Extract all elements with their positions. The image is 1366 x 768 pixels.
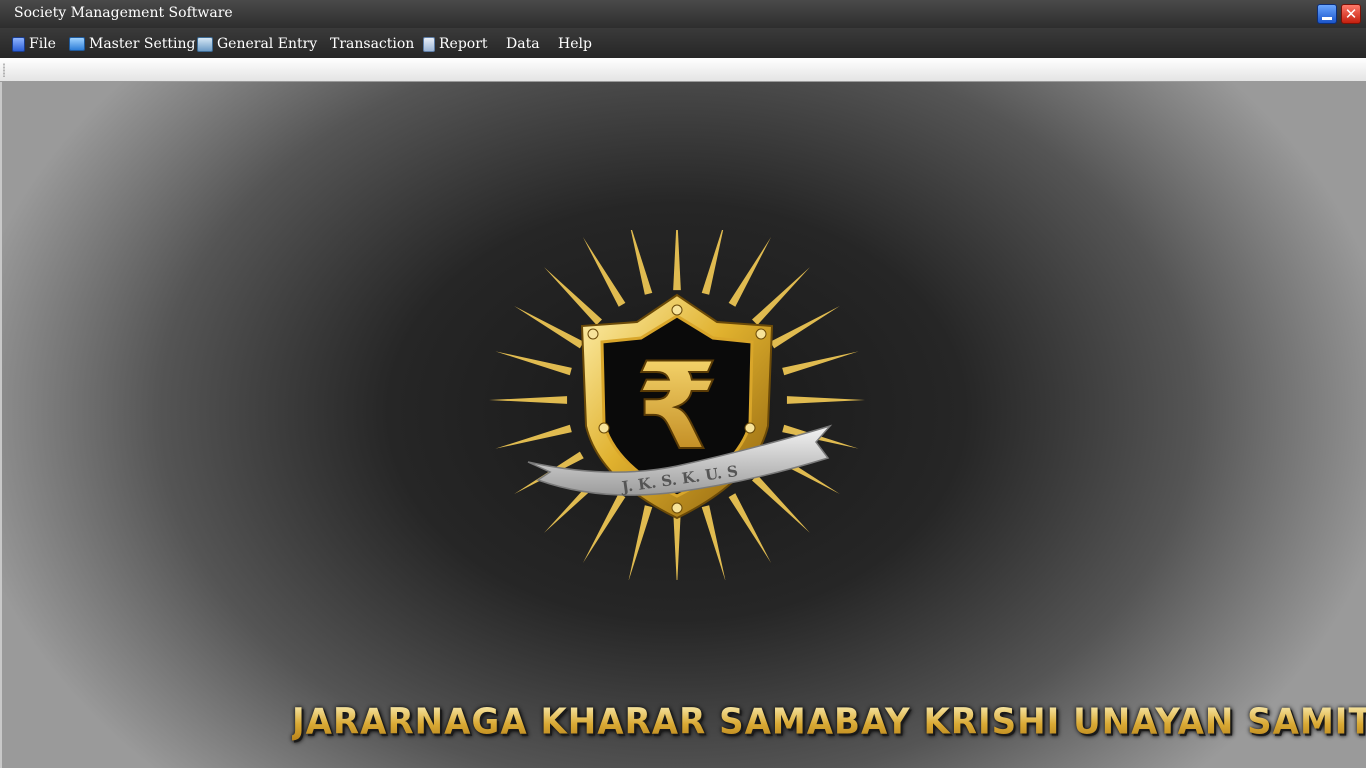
menu-file-label: File (29, 36, 56, 52)
toolbar-grip-icon[interactable] (3, 63, 5, 77)
sun-ray (514, 306, 584, 349)
sun-ray (673, 509, 681, 580)
minimize-button[interactable] (1317, 4, 1337, 24)
menu-data[interactable]: Data (506, 34, 540, 54)
close-button[interactable]: ✕ (1341, 4, 1361, 24)
society-logo: ₹ J. K. S. K. U. S (489, 230, 865, 580)
sun-ray (583, 493, 626, 563)
menu-help-label: Help (558, 36, 592, 52)
organization-name: JARARNAGA KHARAR SAMABAY KRISHI UNAYAN S… (292, 701, 1366, 743)
sun-ray (752, 475, 810, 533)
menu-master-setting-label: Master Setting (89, 36, 196, 52)
minimize-icon (1322, 17, 1332, 20)
menu-data-label: Data (506, 36, 540, 52)
sun-ray (728, 237, 771, 307)
sun-ray (752, 267, 810, 325)
menu-transaction-label: Transaction (330, 36, 415, 52)
sun-ray (495, 351, 572, 376)
menu-general-entry-label: General Entry (217, 36, 318, 52)
sun-ray (583, 237, 626, 307)
sun-ray (495, 424, 572, 449)
window-title: Society Management Software (14, 5, 233, 21)
sun-ray (628, 505, 653, 580)
menu-report[interactable]: Report (423, 34, 488, 54)
sun-ray (489, 396, 568, 404)
sun-ray (782, 351, 859, 376)
menu-file[interactable]: File (12, 34, 56, 54)
toolbar (0, 58, 1366, 82)
report-icon (423, 36, 435, 52)
entry-icon (197, 36, 213, 52)
menu-report-label: Report (439, 36, 488, 52)
menu-master-setting[interactable]: Master Setting (69, 34, 196, 54)
menu-general-entry[interactable]: General Entry (197, 34, 317, 54)
sun-ray (544, 267, 602, 325)
sun-ray (728, 493, 771, 563)
menu-help[interactable]: Help (558, 34, 592, 54)
document-icon (12, 36, 25, 52)
sun-ray (701, 505, 726, 580)
sun-ray (770, 306, 840, 349)
menu-transaction[interactable]: Transaction (330, 34, 414, 54)
sun-ray (786, 396, 865, 404)
sun-ray (630, 230, 653, 295)
users-icon (69, 37, 85, 51)
rupee-icon: ₹ (635, 338, 719, 477)
sun-ray (701, 230, 724, 295)
sun-ray (673, 230, 681, 291)
title-bar: Society Management Software ✕ (0, 0, 1366, 28)
menu-bar: File Master Setting General Entry Transa… (0, 28, 1366, 58)
main-workspace: ₹ J. K. S. K. U. S JARARNAGA KHARAR SAMA… (0, 82, 1366, 768)
